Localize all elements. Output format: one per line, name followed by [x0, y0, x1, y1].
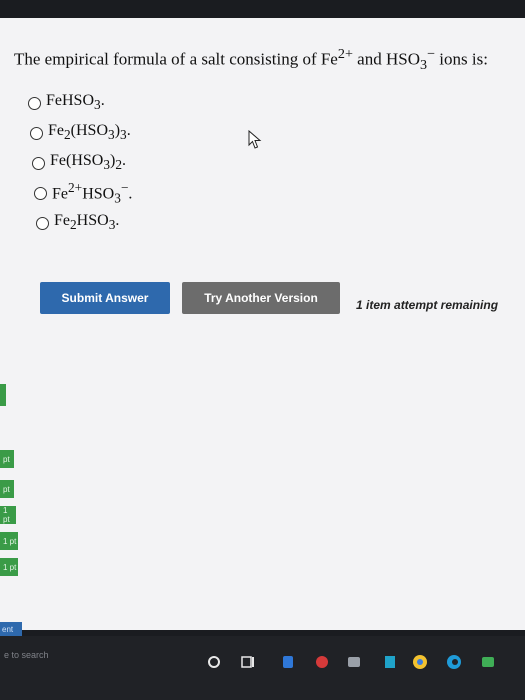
radio-button[interactable]: [36, 216, 49, 230]
submit-assignment-tab[interactable]: ent: [0, 622, 22, 636]
radio-button[interactable]: [32, 156, 45, 170]
answer-choice-d[interactable]: Fe2+HSO3−.: [34, 178, 132, 208]
submit-answer-button[interactable]: Submit Answer: [40, 282, 170, 314]
chrome-icon[interactable]: [412, 654, 428, 670]
cortana-icon[interactable]: [206, 654, 222, 670]
taskbar: e to search: [0, 636, 525, 700]
choice-label: Fe2HSO3.: [54, 212, 120, 233]
try-another-version-button[interactable]: Try Another Version: [182, 282, 340, 314]
app-icon-red[interactable]: [314, 654, 330, 670]
side-navigation: pt pt 1 pt 1 pt 1 pt: [0, 384, 20, 580]
edge-icon[interactable]: [446, 654, 462, 670]
taskbar-search-input[interactable]: e to search: [4, 650, 49, 660]
radio-button[interactable]: [34, 186, 47, 200]
choice-label: FeHSO3.: [46, 92, 105, 113]
app-icon-cyan[interactable]: [382, 654, 398, 670]
task-view-icon[interactable]: [240, 654, 256, 670]
side-nav-item[interactable]: pt: [0, 450, 14, 468]
choice-label: Fe2+HSO3−.: [52, 179, 133, 206]
mouse-cursor-icon: [248, 130, 262, 149]
app-icon-gray[interactable]: [346, 654, 362, 670]
attempts-remaining-text: 1 item attempt remaining: [356, 298, 499, 312]
radio-button[interactable]: [28, 96, 41, 110]
choice-label: Fe(HSO3)2.: [50, 152, 127, 173]
app-icon-blue[interactable]: [280, 654, 296, 670]
quiz-screen: The empirical formula of a salt consisti…: [0, 18, 525, 630]
side-nav-item[interactable]: 1 pt: [0, 506, 16, 524]
radio-button[interactable]: [30, 126, 43, 140]
side-nav-item[interactable]: 1 pt: [0, 558, 18, 576]
side-nav-item[interactable]: pt: [0, 480, 14, 498]
answer-choice-b[interactable]: Fe2(HSO3)3.: [30, 118, 132, 148]
answer-choice-e[interactable]: Fe2HSO3.: [36, 208, 132, 238]
answer-choice-a[interactable]: FeHSO3.: [28, 88, 132, 118]
answer-choice-c[interactable]: Fe(HSO3)2.: [32, 148, 132, 178]
side-nav-item[interactable]: 1 pt: [0, 532, 18, 550]
choice-label: Fe2(HSO3)3.: [48, 122, 131, 143]
app-icon-green[interactable]: [480, 654, 496, 670]
question-text: The empirical formula of a salt consisti…: [14, 46, 488, 74]
answer-choices: FeHSO3. Fe2(HSO3)3. Fe(HSO3)2. Fe2+HSO3−…: [28, 88, 132, 238]
side-nav-marker: [0, 384, 6, 406]
